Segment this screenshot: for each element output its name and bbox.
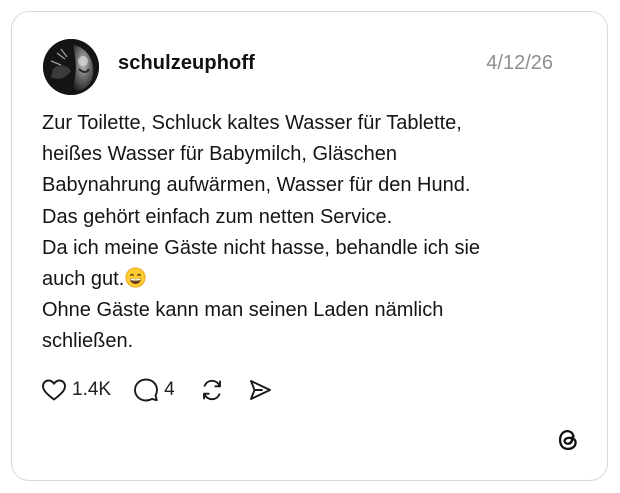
post-text-line: Babynahrung aufwärmen, Wasser für den Hu…	[42, 174, 471, 197]
repost-button[interactable]	[199, 377, 225, 403]
heart-icon	[41, 378, 67, 402]
post-text-line-with-emoji: auch gut.	[42, 264, 582, 295]
action-bar: 1.4K 4	[41, 376, 273, 404]
like-button[interactable]: 1.4K	[41, 378, 111, 402]
repost-icon	[199, 377, 225, 403]
post-date: 4/12/26	[486, 52, 553, 74]
post-text-line: auch gut.	[42, 268, 125, 291]
share-button[interactable]	[247, 377, 273, 403]
post-text-line: Ohne Gäste kann man seinen Laden nämlich	[42, 299, 444, 322]
like-count: 1.4K	[72, 379, 112, 400]
reply-count: 4	[164, 379, 175, 400]
paper-plane-icon	[247, 377, 273, 403]
post-text-line: heißes Wasser für Babymilch, Gläschen	[42, 143, 397, 166]
post-text-line: Da ich meine Gäste nicht hasse, behandle…	[42, 236, 481, 259]
post-text: Zur Toilette, Schluck kaltes Wasser für …	[42, 108, 582, 358]
post-text-line: schließen.	[42, 330, 134, 353]
speech-bubble-icon	[133, 377, 159, 403]
username[interactable]: schulzeuphoff	[118, 52, 255, 75]
post-card: schulzeuphoff 4/12/26 Zur Toilette, Schl…	[11, 11, 608, 481]
grinning-face-emoji-icon	[125, 267, 146, 288]
post-text-line: Zur Toilette, Schluck kaltes Wasser für …	[42, 112, 462, 134]
reply-button[interactable]: 4	[133, 377, 175, 403]
threads-logo-icon[interactable]	[555, 427, 581, 453]
post-text-line: Das gehört einfach zum netten Service.	[42, 205, 393, 228]
avatar[interactable]	[43, 39, 99, 95]
